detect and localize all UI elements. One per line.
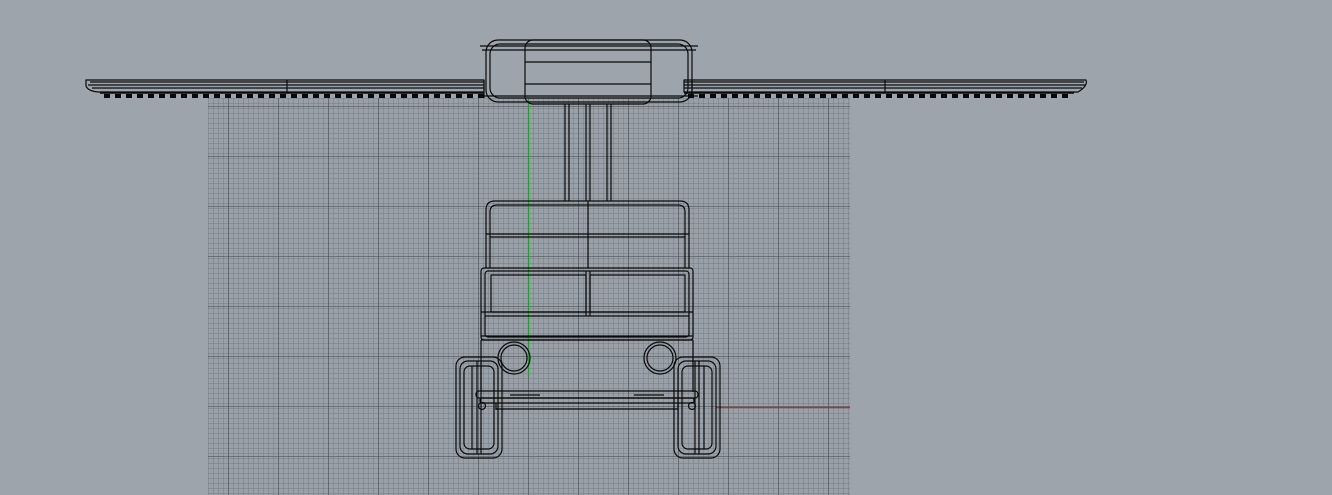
wing-tooth bbox=[776, 94, 782, 98]
wing-tooth bbox=[941, 94, 947, 98]
wing-tooth bbox=[302, 94, 308, 98]
wing-tooth bbox=[115, 94, 121, 98]
wing-tooth bbox=[214, 94, 220, 98]
wing-tooth bbox=[996, 94, 1002, 98]
wing-tooth bbox=[908, 94, 914, 98]
wing-tooth bbox=[346, 94, 352, 98]
wing-tooth bbox=[335, 94, 341, 98]
wing-tooth bbox=[390, 94, 396, 98]
wing-tooth bbox=[930, 94, 936, 98]
right-wheel bbox=[673, 356, 721, 459]
wing-tooth bbox=[710, 94, 716, 98]
wing-tooth bbox=[280, 94, 286, 98]
wing-tooth bbox=[412, 94, 418, 98]
wing-tooth bbox=[368, 94, 374, 98]
wing-tooth bbox=[809, 94, 815, 98]
wing-tooth bbox=[192, 94, 198, 98]
wireframe-model bbox=[85, 39, 1087, 459]
wing-tooth bbox=[864, 94, 870, 98]
wing-tooth bbox=[225, 94, 231, 98]
wing-tooth bbox=[952, 94, 958, 98]
cabin-body bbox=[480, 267, 694, 341]
wing-tooth bbox=[445, 94, 451, 98]
wing-tooth bbox=[754, 94, 760, 98]
wing-tooth bbox=[291, 94, 297, 98]
wing-tooth bbox=[423, 94, 429, 98]
wing-tooth bbox=[831, 94, 837, 98]
wing-tooth bbox=[247, 94, 253, 98]
wing-tooth bbox=[434, 94, 440, 98]
wing-tooth bbox=[137, 94, 143, 98]
wing-tooth bbox=[985, 94, 991, 98]
wing-tooth bbox=[324, 94, 330, 98]
wing-tooth bbox=[787, 94, 793, 98]
wing-tooth bbox=[159, 94, 165, 98]
wing-tooth bbox=[853, 94, 859, 98]
wing-tooth bbox=[699, 94, 705, 98]
right-wing bbox=[683, 79, 1087, 98]
wing-tooth bbox=[467, 94, 473, 98]
wing-tooth bbox=[236, 94, 242, 98]
wing-tooth bbox=[379, 94, 385, 98]
rotor-hub bbox=[480, 39, 698, 105]
wing-tooth bbox=[357, 94, 363, 98]
wing-tooth bbox=[765, 94, 771, 98]
wing-tooth bbox=[732, 94, 738, 98]
front-viewport[interactable] bbox=[0, 0, 1332, 495]
wing-tooth bbox=[1007, 94, 1013, 98]
wing-tooth bbox=[743, 94, 749, 98]
wing-tooth bbox=[820, 94, 826, 98]
wing-tooth bbox=[269, 94, 275, 98]
wing-tooth bbox=[886, 94, 892, 98]
wing-tooth bbox=[798, 94, 804, 98]
wing-tooth bbox=[1051, 94, 1057, 98]
wing-tooth bbox=[1029, 94, 1035, 98]
wing-tooth bbox=[258, 94, 264, 98]
wing-tooth bbox=[1018, 94, 1024, 98]
wing-tooth bbox=[842, 94, 848, 98]
wing-tooth bbox=[963, 94, 969, 98]
mast bbox=[564, 104, 612, 201]
wing-tooth bbox=[1062, 94, 1068, 98]
wing-tooth bbox=[897, 94, 903, 98]
wing-tooth bbox=[203, 94, 209, 98]
wing-tooth bbox=[313, 94, 319, 98]
wing-tooth bbox=[1040, 94, 1046, 98]
wing-tooth bbox=[181, 94, 187, 98]
wing-tooth bbox=[126, 94, 132, 98]
wing-tooth bbox=[456, 94, 462, 98]
wing-tooth bbox=[170, 94, 176, 98]
wing-tooth bbox=[919, 94, 925, 98]
wing-tooth bbox=[721, 94, 727, 98]
headlights bbox=[497, 341, 677, 375]
wing-tooth bbox=[104, 94, 110, 98]
wing-tooth bbox=[875, 94, 881, 98]
wing-tooth bbox=[401, 94, 407, 98]
chassis bbox=[475, 340, 699, 411]
wing-tooth bbox=[974, 94, 980, 98]
left-wing bbox=[85, 79, 485, 98]
wing-tooth bbox=[148, 94, 154, 98]
cabin-upper bbox=[485, 200, 690, 268]
